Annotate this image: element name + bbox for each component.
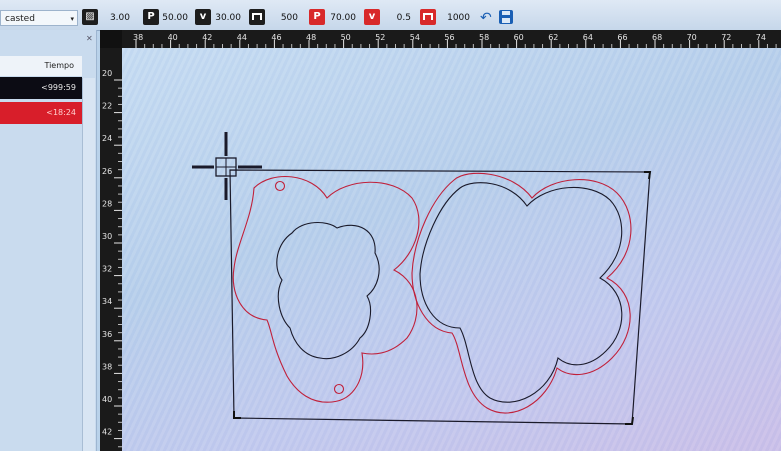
ruler-label: 42 [202,33,212,42]
ruler-label: 68 [652,33,662,42]
power-input-1[interactable]: 50.00 [160,10,188,26]
power-icon: P [309,9,325,25]
ruler-label: 64 [583,33,593,42]
ruler-label: 46 [271,33,281,42]
ruler-label: 52 [375,33,385,42]
vertical-ruler: 20 22 24 26 28 30 32 34 36 38 40 42 [100,48,122,451]
right-shape-inner-outline[interactable] [419,182,623,403]
close-icon[interactable]: ✕ [86,34,93,43]
ruler-label: 24 [102,134,112,143]
speed-input-2[interactable]: 0.5 [384,10,411,26]
ruler-label: 40 [102,395,112,404]
speed-icon: v [195,9,211,25]
ruler-label: 22 [102,102,112,111]
scrollbar[interactable] [82,78,95,451]
ruler-label: 74 [756,33,766,42]
frequency-input-1[interactable]: 500 [270,10,298,26]
list-item[interactable]: <18:24 [0,102,82,124]
ruler-label: 38 [102,362,112,371]
chevron-down-icon[interactable]: ▾ [70,11,74,27]
ruler-label: 26 [102,167,112,176]
ruler-label: 56 [444,33,454,42]
ruler-label: 30 [102,232,112,241]
material-select[interactable]: casted ▾ [0,10,78,26]
frame-corner-mark [644,171,652,180]
ruler-corner [100,30,122,48]
design-drawing [192,132,652,425]
power-input-2[interactable]: 70.00 [328,10,356,26]
ruler-label: 60 [514,33,524,42]
bounding-frame[interactable] [229,169,651,425]
ruler-label: 54 [410,33,420,42]
frequency-icon [420,9,436,25]
ruler-label: 50 [341,33,351,42]
frequency-icon [249,9,265,25]
toolbar: casted ▾ ▨ 3.00 P 50.00 v 30.00 500 P 70… [0,0,781,31]
job-list-panel: ✕ Tiempo <999:59 <18:24 [0,30,97,451]
ruler-label: 28 [102,199,112,208]
hole-top[interactable] [274,180,286,192]
horizontal-ruler-ticks: 38 40 42 44 46 48 50 52 54 56 58 60 62 64 66 68 70 72 74 [133,33,777,48]
material-select-value: casted [5,14,35,24]
speed-icon: v [364,9,380,25]
ruler-label: 34 [102,297,112,306]
save-icon[interactable] [499,10,513,24]
speed-input-1[interactable]: 30.00 [213,10,241,26]
right-shape-cut-outline[interactable] [411,172,632,414]
work-area-canvas[interactable] [122,48,781,451]
hole-bottom[interactable] [333,383,345,395]
frame-corner-mark [625,416,634,425]
frame-corner-mark [233,411,241,419]
left-shape-inner-engrave[interactable] [276,222,380,360]
horizontal-ruler: 38 40 42 44 46 48 50 52 54 56 58 60 62 64 66 68 70 72 74 [100,30,781,48]
ruler-label: 40 [168,33,178,42]
power-icon: P [143,9,159,25]
ruler-label: 32 [102,265,112,274]
ruler-label: 36 [102,330,112,339]
ruler-label: 70 [687,33,697,42]
vertical-ruler-ticks: 20 22 24 26 28 30 32 34 36 38 40 42 [102,69,122,448]
frequency-input-2[interactable]: 1000 [440,10,470,26]
ruler-label: 38 [133,33,143,42]
ruler-label: 44 [237,33,247,42]
ruler-label: 72 [721,33,731,42]
ruler-label: 20 [102,69,112,78]
left-shape-cut-outline[interactable] [232,175,420,403]
hatch-input[interactable]: 3.00 [100,10,130,26]
list-item[interactable]: <999:59 [0,77,82,99]
ruler-label: 66 [617,33,627,42]
ruler-label: 58 [479,33,489,42]
ruler-label: 48 [306,33,316,42]
undo-icon[interactable]: ↶ [480,10,496,26]
time-column-header[interactable]: Tiempo [0,56,82,76]
crosshair-cursor-icon[interactable] [192,132,262,200]
ruler-label: 42 [102,428,112,437]
hatch-icon[interactable]: ▨ [82,9,98,25]
ruler-label: 62 [548,33,558,42]
